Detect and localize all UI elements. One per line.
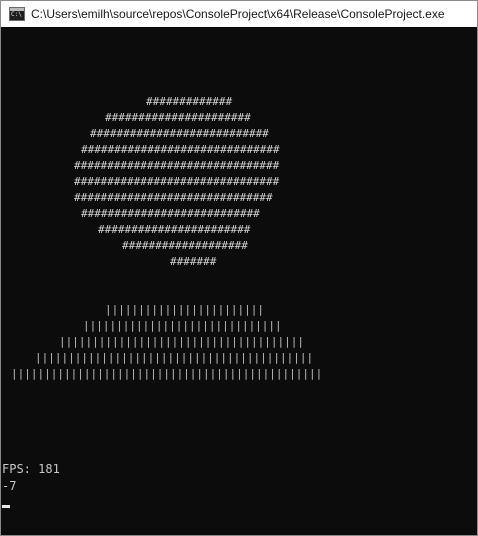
console-app-icon: [9, 7, 25, 21]
grass-line: ||||||||||||||||||||||||||||||: [83, 319, 282, 332]
sun-line: ###########################: [81, 207, 260, 220]
grass-line: ||||||||||||||||||||||||||||||||||||||||…: [11, 367, 323, 380]
value-readout: -7: [2, 479, 17, 493]
sun-line: #######################: [98, 223, 251, 236]
sun-line: ###################: [122, 239, 248, 252]
text-cursor: [2, 505, 10, 508]
console-output[interactable]: ############# ###################### ###…: [1, 27, 477, 535]
sun-line: ###############################: [74, 159, 280, 172]
grass-line: |||||||||||||||||||||||||||||||||||||: [59, 335, 305, 348]
grass-line: ||||||||||||||||||||||||||||||||||||||||…: [35, 351, 314, 364]
sun-line: #############: [146, 95, 233, 108]
sun-line: ##############################: [81, 143, 280, 156]
grass-line: ||||||||||||||||||||||||: [105, 303, 264, 316]
sun-line: ###############################: [74, 175, 280, 188]
title-bar[interactable]: C:\Users\emilh\source\repos\ConsoleProje…: [1, 1, 477, 27]
fps-readout: FPS: 181: [2, 462, 60, 476]
sun-line: ###########################: [90, 127, 269, 140]
sun-line: ##############################: [74, 191, 273, 204]
window-title: C:\Users\emilh\source\repos\ConsoleProje…: [31, 7, 445, 21]
sun-line: ######################: [105, 111, 251, 124]
console-window: C:\Users\emilh\source\repos\ConsoleProje…: [0, 0, 478, 536]
sun-line: #######: [170, 255, 217, 268]
